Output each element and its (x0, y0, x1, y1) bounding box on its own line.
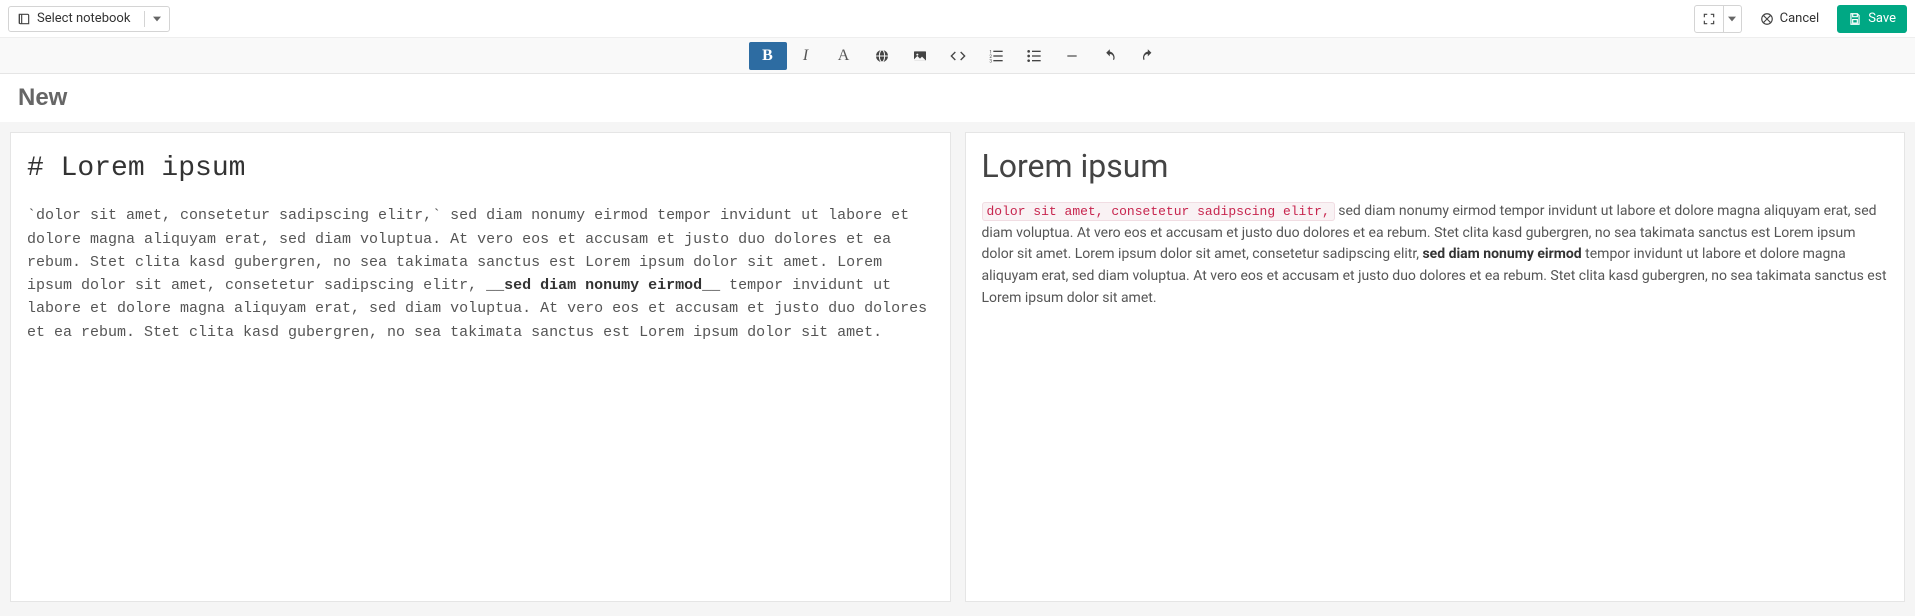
cancel-label: Cancel (1780, 11, 1820, 26)
cancel-icon (1760, 12, 1774, 26)
expand-group (1694, 5, 1742, 33)
note-title-input[interactable] (18, 80, 1897, 116)
preview-code-span: dolor sit amet, consetetur sadipscing el… (982, 202, 1335, 221)
format-toolbar-row: B I A 123 (0, 38, 1915, 74)
undo-button[interactable] (1091, 42, 1129, 70)
ordered-list-icon: 123 (988, 48, 1004, 64)
ordered-list-button[interactable]: 123 (977, 42, 1015, 70)
font-button[interactable]: A (825, 42, 863, 70)
expand-icon (1702, 12, 1716, 26)
image-button[interactable] (901, 42, 939, 70)
minus-icon (1065, 49, 1079, 63)
code-icon (950, 48, 966, 64)
notebook-select-main: Select notebook (17, 11, 138, 26)
link-button[interactable] (863, 42, 901, 70)
save-button[interactable]: Save (1837, 5, 1907, 33)
code-button[interactable] (939, 42, 977, 70)
redo-button[interactable] (1129, 42, 1167, 70)
globe-icon (874, 48, 890, 64)
save-icon (1848, 12, 1862, 26)
split-view: # Lorem ipsum `dolor sit amet, consetetur… (0, 122, 1915, 612)
preview-bold: sed diam nonumy eirmod (1422, 246, 1581, 262)
preview-pane: Lorem ipsum dolor sit amet, consetetur s… (965, 132, 1906, 602)
top-bar: Select notebook Cancel (0, 0, 1915, 38)
expand-button[interactable] (1694, 5, 1724, 33)
editor-content[interactable]: # Lorem ipsum `dolor sit amet, consetetur… (27, 147, 934, 344)
editor-bold-span: __sed diam nonumy eirmod__ (486, 277, 720, 294)
save-label: Save (1868, 11, 1896, 26)
notebook-select-caret[interactable] (144, 11, 161, 27)
italic-button[interactable]: I (787, 42, 825, 70)
image-icon (912, 48, 928, 64)
svg-text:3: 3 (989, 58, 992, 63)
bold-button[interactable]: B (749, 42, 787, 70)
notebook-select-label: Select notebook (37, 11, 130, 26)
italic-icon: I (803, 47, 808, 65)
top-left-controls: Select notebook (8, 6, 170, 32)
top-right-controls: Cancel Save (1694, 5, 1907, 33)
preview-paragraph: dolor sit amet, consetetur sadipscing el… (982, 201, 1889, 309)
hr-button[interactable] (1053, 42, 1091, 70)
unordered-list-button[interactable] (1015, 42, 1053, 70)
unordered-list-icon (1026, 48, 1042, 64)
notebook-icon (17, 12, 31, 26)
editor-code-span: `dolor sit amet, consetetur sadipscing e… (27, 207, 441, 224)
editor-pane[interactable]: # Lorem ipsum `dolor sit amet, consetetur… (10, 132, 951, 602)
expand-caret[interactable] (1724, 5, 1742, 33)
title-bar (0, 74, 1915, 122)
format-toolbar: B I A 123 (749, 42, 1167, 70)
font-icon: A (838, 47, 850, 65)
bold-icon: B (762, 47, 773, 65)
redo-icon (1140, 48, 1156, 64)
preview-heading: Lorem ipsum (982, 147, 1889, 185)
cancel-button[interactable]: Cancel (1750, 5, 1830, 33)
editor-heading-line: # Lorem ipsum (27, 147, 934, 190)
undo-icon (1102, 48, 1118, 64)
notebook-select[interactable]: Select notebook (8, 6, 170, 32)
